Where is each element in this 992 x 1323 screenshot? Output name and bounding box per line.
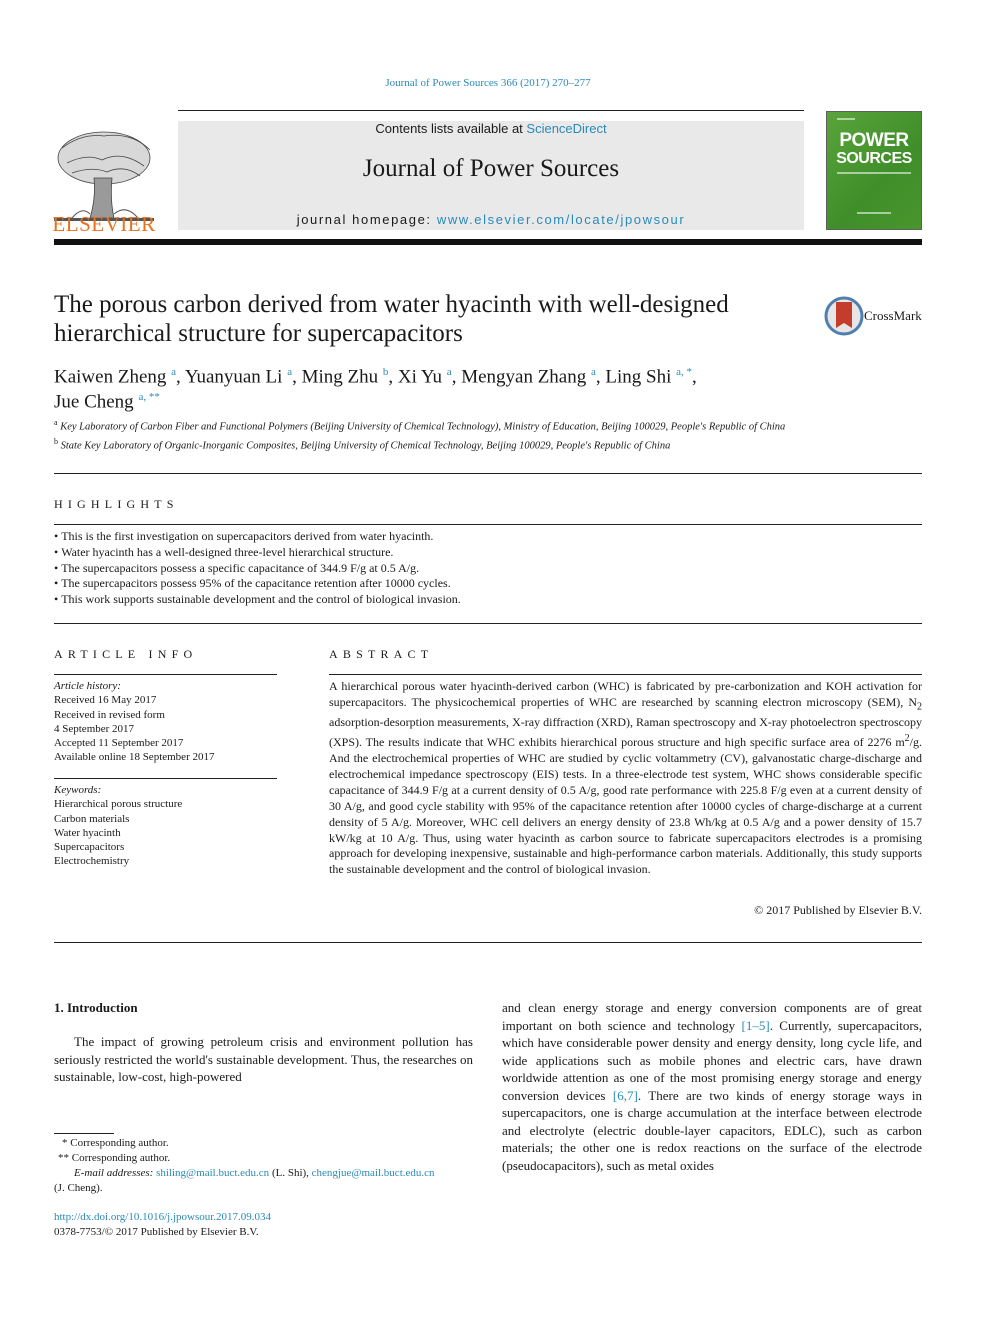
affiliation-text: Key Laboratory of Carbon Fiber and Funct… xyxy=(60,421,786,433)
introduction-heading: 1. Introduction xyxy=(54,1000,138,1015)
section-divider xyxy=(54,942,922,943)
corresponding-author-note: ** Corresponding author. xyxy=(58,1152,171,1164)
cover-subtitle-line xyxy=(837,172,911,174)
highlight-item: The supercapacitors possess 95% of the c… xyxy=(54,576,914,592)
doi-link[interactable]: http://dx.doi.org/10.1016/j.jpowsour.201… xyxy=(54,1211,271,1223)
keywords-rule xyxy=(54,778,277,779)
author-affiliation-marker[interactable]: a, ** xyxy=(138,391,159,403)
keyword-item: Carbon materials xyxy=(54,812,130,825)
abstract-rule xyxy=(329,674,922,675)
journal-cover-thumbnail[interactable]: POWER SOURCES xyxy=(826,111,922,230)
email-line: E-mail addresses: shiling@mail.buct.edu.… xyxy=(54,1166,474,1181)
author-name[interactable]: Jue Cheng xyxy=(54,392,134,413)
issn-copyright: 0378-7753/© 2017 Published by Elsevier B… xyxy=(54,1226,259,1238)
abstract-body: A hierarchical porous water hyacinth-der… xyxy=(329,679,922,878)
email-link[interactable]: chengjue@mail.buct.edu.cn xyxy=(312,1167,435,1179)
section-divider xyxy=(54,623,922,624)
article-history-label: Article history: xyxy=(54,680,121,692)
author-separator: , xyxy=(451,366,462,388)
affiliation-item: a Key Laboratory of Carbon Fiber and Fun… xyxy=(54,416,814,435)
journal-homepage-link[interactable]: www.elsevier.com/locate/jpowsour xyxy=(437,212,685,227)
footnotes: * Corresponding author. ** Corresponding… xyxy=(54,1136,474,1196)
affiliation-key: b xyxy=(54,437,58,446)
author-separator: , xyxy=(692,366,697,388)
affiliation-item: b State Key Laboratory of Organic-Inorga… xyxy=(54,435,814,454)
sciencedirect-link[interactable]: ScienceDirect xyxy=(526,121,606,136)
contents-line: Contents lists available at ScienceDirec… xyxy=(178,121,804,136)
author-separator: , xyxy=(388,366,398,388)
keyword-item: Supercapacitors xyxy=(54,841,125,854)
author-name[interactable]: Xi Yu xyxy=(398,366,442,387)
highlights-list: This is the first investigation on super… xyxy=(54,529,914,608)
crossmark-icon[interactable] xyxy=(824,296,864,336)
author-name[interactable]: Ming Zhu xyxy=(302,366,379,387)
corresponding-author-note: * Corresponding author. xyxy=(62,1137,169,1149)
email-owner: (J. Cheng). xyxy=(54,1182,103,1194)
highlight-item: This is the first investigation on super… xyxy=(54,529,914,545)
history-item: Received 16 May 2017 xyxy=(54,694,157,707)
abstract-text-part: A hierarchical porous water hyacinth-der… xyxy=(329,679,922,709)
abstract-copyright: © 2017 Published by Elsevier B.V. xyxy=(754,903,922,917)
highlight-item: The supercapacitors possess a specific c… xyxy=(54,561,914,577)
introduction-column-1: The impact of growing petroleum crisis a… xyxy=(54,1034,473,1084)
abstract-heading: ABSTRACT xyxy=(329,647,434,661)
header-thick-rule xyxy=(54,239,922,245)
citation-link[interactable]: [1–5] xyxy=(742,1018,770,1033)
affiliation-key: a xyxy=(54,418,58,427)
history-item: Available online 18 September 2017 xyxy=(54,751,215,764)
cover-footer-line xyxy=(857,212,891,214)
keywords: Keywords: Hierarchical porous structure … xyxy=(54,783,284,869)
author-name[interactable]: Mengyan Zhang xyxy=(461,366,586,387)
author-affiliation-marker[interactable]: a, * xyxy=(676,366,692,378)
article-info-rule xyxy=(54,674,277,675)
author-separator: , xyxy=(292,366,302,388)
abstract-text-part: /g. And the electrochemical properties o… xyxy=(329,735,922,877)
cover-title-power: POWER xyxy=(839,130,909,151)
author-name[interactable]: Ling Shi xyxy=(605,366,671,387)
cover-decoration xyxy=(837,118,855,120)
history-item: 4 September 2017 xyxy=(54,722,135,735)
affiliations: a Key Laboratory of Carbon Fiber and Fun… xyxy=(54,416,814,454)
contents-prefix: Contents lists available at xyxy=(375,121,527,136)
highlight-item: Water hyacinth has a well-designed three… xyxy=(54,545,914,561)
email-owner: (L. Shi), xyxy=(269,1167,312,1179)
highlights-rule xyxy=(54,524,922,525)
citation-link[interactable]: [6,7] xyxy=(613,1088,638,1103)
journal-reference-link[interactable]: Journal of Power Sources 366 (2017) 270–… xyxy=(0,77,976,89)
header-rule xyxy=(178,110,804,111)
article-title: The porous carbon derived from water hya… xyxy=(54,291,729,347)
homepage-line: journal homepage: www.elsevier.com/locat… xyxy=(178,212,804,227)
introduction-column-2: and clean energy storage and energy conv… xyxy=(502,999,922,1174)
article-history: Article history: Received 16 May 2017 Re… xyxy=(54,679,284,765)
author-list: Kaiwen Zheng a, Yuanyuan Li a, Ming Zhu … xyxy=(54,362,814,413)
article-info-heading: ARTICLE INFO xyxy=(54,647,198,661)
affiliation-text: State Key Laboratory of Organic-Inorgani… xyxy=(60,440,671,452)
history-item: Received in revised form xyxy=(54,708,165,721)
section-divider xyxy=(54,473,922,474)
keyword-item: Water hyacinth xyxy=(54,826,121,839)
keywords-label: Keywords: xyxy=(54,784,102,796)
email-label: E-mail addresses: xyxy=(74,1167,154,1179)
author-name[interactable]: Kaiwen Zheng xyxy=(54,366,166,387)
highlights-heading: HIGHLIGHTS xyxy=(54,497,179,511)
abstract-text-part: adsorption-desorption measurements, X-ra… xyxy=(329,715,922,750)
journal-title: Journal of Power Sources xyxy=(362,155,620,182)
footnote-rule xyxy=(54,1133,114,1134)
homepage-prefix: journal homepage: xyxy=(296,212,437,227)
author-name[interactable]: Yuanyuan Li xyxy=(185,366,283,387)
author-separator: , xyxy=(176,366,185,388)
keyword-item: Electrochemistry xyxy=(54,855,130,868)
subscript: 2 xyxy=(917,701,922,713)
email-link[interactable]: shiling@mail.buct.edu.cn xyxy=(156,1167,269,1179)
keyword-item: Hierarchical porous structure xyxy=(54,798,183,811)
highlight-item: This work supports sustainable developme… xyxy=(54,592,914,608)
author-separator: , xyxy=(595,366,606,388)
journal-masthead: Contents lists available at ScienceDirec… xyxy=(178,121,804,230)
history-item: Accepted 11 September 2017 xyxy=(54,737,184,750)
elsevier-wordmark[interactable]: ELSEVIER xyxy=(52,212,156,237)
crossmark-label[interactable]: CrossMark xyxy=(864,308,922,324)
cover-title-sources: SOURCES xyxy=(836,150,912,167)
